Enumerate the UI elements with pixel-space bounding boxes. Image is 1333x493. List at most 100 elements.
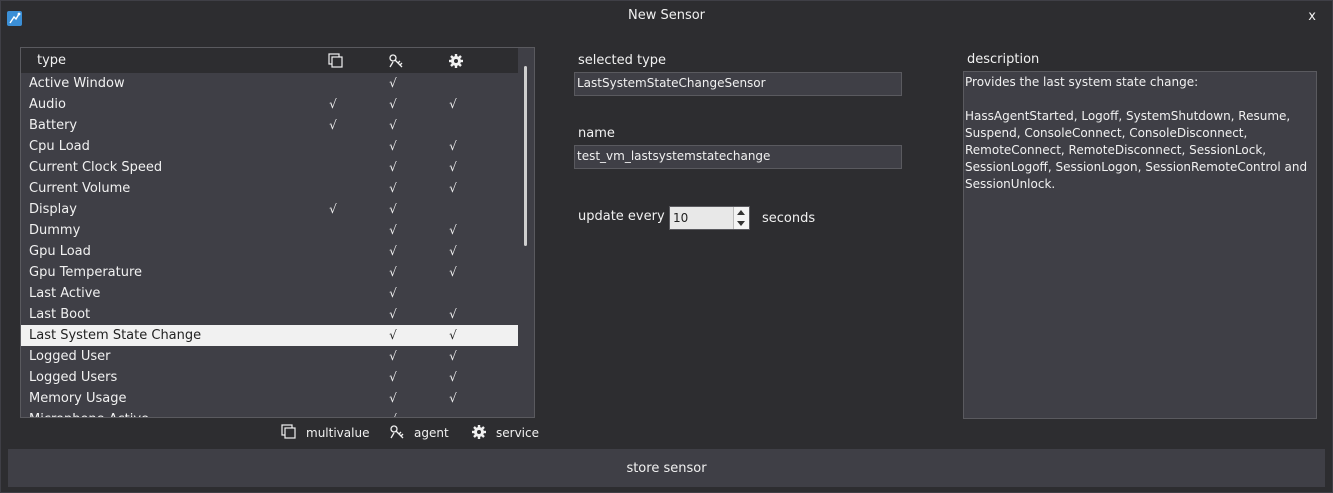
agent-check: √ xyxy=(389,202,397,216)
agent-check: √ xyxy=(389,76,397,90)
service-check: √ xyxy=(449,244,457,258)
multivalue-check: √ xyxy=(329,97,337,111)
sensor-name: Current Clock Speed xyxy=(29,160,163,175)
title-bar: New Sensor x xyxy=(1,1,1332,32)
update-interval-value[interactable]: 10 xyxy=(673,211,688,225)
service-check: √ xyxy=(449,307,457,321)
legend-multivalue: multivalue xyxy=(281,424,371,442)
list-item[interactable]: Current Volume √ √ xyxy=(21,178,518,199)
list-item[interactable]: Battery √ √ xyxy=(21,115,518,136)
multivalue-check: √ xyxy=(329,202,337,216)
list-scrollbar[interactable] xyxy=(519,48,534,417)
list-item[interactable]: Last System State Change √ √ xyxy=(21,325,518,346)
stepper-down-icon[interactable] xyxy=(737,221,745,226)
list-item[interactable]: Logged Users √ √ xyxy=(21,367,518,388)
agent-check: √ xyxy=(389,118,397,132)
sensor-name: Audio xyxy=(29,97,66,112)
sensor-name: Dummy xyxy=(29,223,81,238)
sensor-name: Last System State Change xyxy=(29,328,202,343)
agent-check: √ xyxy=(389,181,397,195)
sensor-name: Last Active xyxy=(29,286,101,301)
selected-type-field[interactable]: LastSystemStateChangeSensor xyxy=(574,72,902,96)
sensor-name: Active Window xyxy=(29,76,125,91)
sensor-name: Logged User xyxy=(29,349,111,364)
window-title: New Sensor xyxy=(627,8,706,23)
sensor-name: Cpu Load xyxy=(29,139,90,154)
service-check: √ xyxy=(449,265,457,279)
sensor-type-list[interactable]: type Active Window √ Audio √ √ √ Battery √ √ Cpu … xyxy=(20,47,535,418)
sensor-name: Current Volume xyxy=(29,181,131,196)
legend-agent: agent xyxy=(389,424,449,442)
agent-legend-icon xyxy=(390,425,404,439)
list-item[interactable]: Gpu Load √ √ xyxy=(21,241,518,262)
sensor-name: Display xyxy=(29,202,77,217)
scrollbar-thumb[interactable] xyxy=(524,66,527,246)
multivalue-icon xyxy=(328,53,344,69)
service-check: √ xyxy=(449,181,457,195)
agent-check: √ xyxy=(389,307,397,321)
update-interval-stepper[interactable]: 10 xyxy=(669,206,750,230)
list-item[interactable]: Last Active √ xyxy=(21,283,518,304)
service-check: √ xyxy=(449,97,457,111)
selected-type-label: selected type xyxy=(578,53,667,68)
legend-agent-label: agent xyxy=(414,426,449,440)
service-check: √ xyxy=(449,160,457,174)
list-item[interactable]: Dummy √ √ xyxy=(21,220,518,241)
agent-check: √ xyxy=(389,286,397,300)
legend-service: service xyxy=(471,424,539,442)
agent-check: √ xyxy=(389,223,397,237)
close-button[interactable]: x xyxy=(1308,9,1316,24)
name-field[interactable]: test_vm_lastsystemstatechange xyxy=(574,145,902,169)
agent-check: √ xyxy=(389,265,397,279)
agent-icon xyxy=(388,53,404,69)
agent-check: √ xyxy=(386,409,400,417)
list-item[interactable]: Logged User √ √ xyxy=(21,346,518,367)
store-sensor-button[interactable]: store sensor xyxy=(8,449,1325,487)
sensor-name: Logged Users xyxy=(29,370,118,385)
service-check: √ xyxy=(449,223,457,237)
agent-check: √ xyxy=(389,370,397,384)
sensor-name: Memory Usage xyxy=(29,391,127,406)
service-legend-icon xyxy=(472,425,486,439)
list-item[interactable]: Cpu Load √ √ xyxy=(21,136,518,157)
list-item[interactable]: Gpu Temperature √ √ xyxy=(21,262,518,283)
service-check: √ xyxy=(449,139,457,153)
service-check: √ xyxy=(449,328,457,342)
legend-multivalue-label: multivalue xyxy=(306,426,370,440)
agent-check: √ xyxy=(389,328,397,342)
list-header: type xyxy=(21,48,518,73)
description-label: description xyxy=(967,52,1040,67)
agent-check: √ xyxy=(389,139,397,153)
stepper-arrows[interactable] xyxy=(733,207,749,229)
service-check: √ xyxy=(449,370,457,384)
list-item[interactable]: Last Boot √ √ xyxy=(21,304,518,325)
update-every-label: update every xyxy=(578,209,665,224)
stepper-up-icon[interactable] xyxy=(737,210,745,215)
agent-check: √ xyxy=(389,97,397,111)
list-item[interactable]: Active Window √ xyxy=(21,73,518,94)
list-item[interactable]: Audio √ √ √ xyxy=(21,94,518,115)
column-header-type[interactable]: type xyxy=(37,53,66,68)
list-body: Active Window √ Audio √ √ √ Battery √ √ Cpu Load √… xyxy=(21,73,518,417)
list-item[interactable]: Memory Usage √ √ xyxy=(21,388,518,409)
list-item[interactable]: Display √ √ xyxy=(21,199,518,220)
agent-check: √ xyxy=(389,244,397,258)
sensor-name: Microphone Active xyxy=(29,409,149,417)
legend-service-label: service xyxy=(496,426,539,440)
agent-check: √ xyxy=(389,160,397,174)
service-check: √ xyxy=(449,391,457,405)
list-item[interactable]: Current Clock Speed √ √ xyxy=(21,157,518,178)
sensor-name: Battery xyxy=(29,118,78,133)
service-icon xyxy=(448,53,464,69)
agent-check: √ xyxy=(389,349,397,363)
service-check: √ xyxy=(449,349,457,363)
description-box: Provides the last system state change: H… xyxy=(963,71,1317,419)
list-item[interactable]: Microphone Active √ xyxy=(21,409,518,417)
sensor-name: Gpu Temperature xyxy=(29,265,143,280)
agent-check: √ xyxy=(389,391,397,405)
sensor-name: Gpu Load xyxy=(29,244,91,259)
new-sensor-window: New Sensor x type Active Window √ Audio √ √ √… xyxy=(0,0,1333,493)
multivalue-legend-icon xyxy=(281,424,296,439)
name-label: name xyxy=(578,126,615,141)
seconds-label: seconds xyxy=(762,211,816,226)
